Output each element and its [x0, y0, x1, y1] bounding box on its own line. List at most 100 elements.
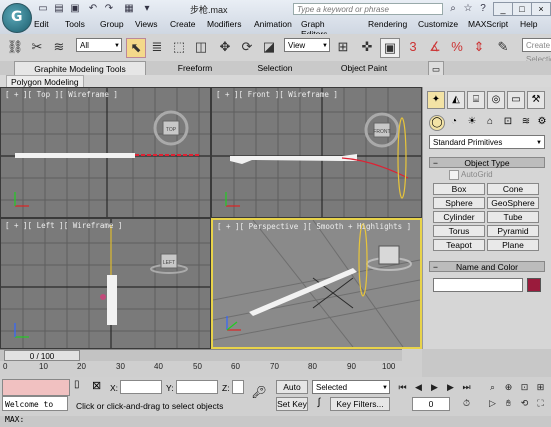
space-warps-icon[interactable]: ≋ — [519, 115, 533, 129]
object-color-swatch[interactable] — [527, 278, 541, 292]
rifle-model[interactable] — [249, 268, 357, 316]
reference-coordinate-select[interactable]: View — [284, 38, 330, 53]
key-filters-button[interactable]: Key Filters... — [330, 397, 390, 411]
select-and-rotate-icon[interactable]: ⟳ — [238, 38, 256, 56]
selection-lock-icon[interactable]: ▯ — [74, 379, 88, 394]
select-object-icon[interactable]: ⬉ — [126, 38, 146, 58]
save-icon[interactable]: ▣ — [68, 3, 82, 15]
z-coordinate-input[interactable] — [232, 380, 244, 394]
menu-rendering[interactable]: Rendering — [368, 19, 407, 29]
search-input[interactable]: Type a keyword or phrase — [293, 3, 443, 15]
go-to-start-icon[interactable]: ⏮ — [396, 381, 409, 394]
star-icon[interactable]: ☆ — [462, 3, 474, 15]
viewport-perspective[interactable]: [ + ][ Perspective ][ Smooth + Highlight… — [211, 218, 422, 349]
plane-button[interactable]: Plane — [487, 239, 539, 251]
hierarchy-tab-icon[interactable]: ⌸ — [467, 91, 485, 109]
auto-key-button[interactable]: Auto Key — [276, 380, 308, 405]
viewport-perspective-label[interactable]: [ + ][ Perspective ][ Smooth + Highlight… — [217, 222, 411, 231]
minimize-button[interactable]: _ — [493, 2, 513, 16]
menu-create[interactable]: Create — [170, 19, 196, 29]
geosphere-button[interactable]: GeoSphere — [487, 197, 539, 209]
select-and-link-icon[interactable]: ⛓ — [6, 38, 24, 56]
torus-button[interactable]: Torus — [433, 225, 485, 237]
maximize-button[interactable]: □ — [512, 2, 532, 16]
open-icon[interactable]: ▤ — [52, 3, 66, 15]
time-configuration-icon[interactable]: ⏱ — [460, 397, 473, 410]
tab-freeform[interactable]: Freeform — [160, 61, 230, 75]
new-icon[interactable]: ▭ — [36, 3, 50, 15]
viewport-front[interactable]: FRONT [ + ][ Front ][ Wireframe ] — [211, 87, 422, 218]
shapes-icon[interactable]: ◔ — [447, 115, 461, 129]
maxscript-listener[interactable] — [2, 379, 70, 396]
quick-access-dropdown-icon[interactable]: ▾ — [140, 3, 154, 15]
lights-icon[interactable]: ☀ — [465, 115, 479, 129]
select-by-name-icon[interactable]: ≣ — [148, 38, 166, 56]
snaps-toggle-icon[interactable]: 3 — [404, 38, 422, 56]
viewcube[interactable] — [378, 245, 400, 265]
systems-icon[interactable]: ⚙ — [535, 115, 549, 129]
next-frame-icon[interactable]: ▶ — [444, 381, 457, 394]
selection-filter-select[interactable]: All — [76, 38, 122, 53]
teapot-button[interactable]: Teapot — [433, 239, 485, 251]
autogrid-checkbox[interactable] — [449, 170, 459, 180]
motion-tab-icon[interactable]: ◎ — [487, 91, 505, 109]
menu-animation[interactable]: Animation — [254, 19, 292, 29]
menu-maxscript[interactable]: MAXScript — [468, 19, 508, 29]
y-coordinate-input[interactable] — [176, 380, 218, 394]
menu-edit[interactable]: Edit — [34, 19, 49, 29]
display-tab-icon[interactable]: ▭ — [507, 91, 525, 109]
keyboard-shortcut-override-icon[interactable]: ▣ — [380, 38, 400, 58]
cylinder-button[interactable]: Cylinder — [433, 211, 485, 223]
zoom-icon[interactable]: ⌕ — [486, 381, 499, 394]
zoom-extents-all-icon[interactable]: ⊞ — [534, 381, 547, 394]
modify-tab-icon[interactable]: ◭ — [447, 91, 465, 109]
go-to-end-icon[interactable]: ⏭ — [460, 381, 473, 394]
percent-snap-icon[interactable]: % — [448, 38, 466, 56]
primitive-type-select[interactable]: Standard Primitives — [429, 135, 545, 150]
absolute-mode-icon[interactable]: ⊠ — [92, 379, 106, 394]
previous-frame-icon[interactable]: ◀ — [412, 381, 425, 394]
select-and-scale-icon[interactable]: ◪ — [260, 38, 278, 56]
current-frame-input[interactable]: 0 — [412, 397, 450, 411]
geometry-icon[interactable]: ◯ — [429, 115, 445, 131]
cone-button[interactable]: Cone — [487, 183, 539, 195]
zoom-all-icon[interactable]: ⊕ — [502, 381, 515, 394]
tube-button[interactable]: Tube — [487, 211, 539, 223]
redo-icon[interactable]: ↷ — [102, 3, 116, 15]
maxscript-welcome[interactable]: Welcome to MAX: — [2, 396, 68, 424]
x-coordinate-input[interactable] — [120, 380, 162, 394]
pan-view-icon[interactable]: ✋︎ — [502, 397, 515, 410]
spinner-snap-icon[interactable]: ⇕ — [470, 38, 488, 56]
select-and-move-icon[interactable]: ✥ — [216, 38, 234, 56]
play-icon[interactable]: ▶ — [428, 381, 441, 394]
viewport-left-label[interactable]: [ + ][ Left ][ Wireframe ] — [5, 221, 122, 230]
window-crossing-icon[interactable]: ◫ — [192, 38, 210, 56]
utilities-tab-icon[interactable]: ⚒ — [527, 91, 545, 109]
rectangular-selection-icon[interactable]: ⬚ — [170, 38, 188, 56]
tab-object-paint[interactable]: Object Paint — [324, 61, 404, 75]
sphere-button[interactable]: Sphere — [433, 197, 485, 209]
viewport-left[interactable]: LEFT [ + ][ Left ][ Wireframe ] — [0, 218, 211, 349]
set-key-button[interactable]: Set Key — [276, 397, 308, 411]
menu-views[interactable]: Views — [135, 19, 158, 29]
viewport-front-label[interactable]: [ + ][ Front ][ Wireframe ] — [216, 90, 338, 99]
project-folder-icon[interactable]: ▦ — [122, 3, 136, 15]
zoom-extents-icon[interactable]: ⊡ — [518, 381, 531, 394]
orbit-icon[interactable]: ⟲ — [518, 397, 531, 410]
tab-selection[interactable]: Selection — [240, 61, 310, 75]
object-type-rollout[interactable]: − Object Type — [429, 157, 545, 168]
pyramid-button[interactable]: Pyramid — [487, 225, 539, 237]
binoculars-icon[interactable]: ⌕ — [447, 3, 459, 15]
object-name-input[interactable] — [433, 278, 523, 292]
rifle-model[interactable] — [107, 275, 117, 325]
menu-help[interactable]: Help — [520, 19, 537, 29]
track-bar[interactable]: 0 10 20 30 40 50 60 70 80 90 100 — [0, 349, 422, 378]
menu-customize[interactable]: Customize — [418, 19, 458, 29]
menu-tools[interactable]: Tools — [65, 19, 85, 29]
viewport-top[interactable]: TOP [ + ][ Top ][ Wireframe ] — [0, 87, 211, 218]
help-icon[interactable]: ? — [477, 3, 489, 15]
close-button[interactable]: × — [531, 2, 551, 16]
create-tab-icon[interactable]: ✦ — [427, 91, 445, 109]
name-and-color-rollout[interactable]: − Name and Color — [429, 261, 545, 272]
key-icon[interactable]: 🔑︎ — [248, 385, 270, 399]
